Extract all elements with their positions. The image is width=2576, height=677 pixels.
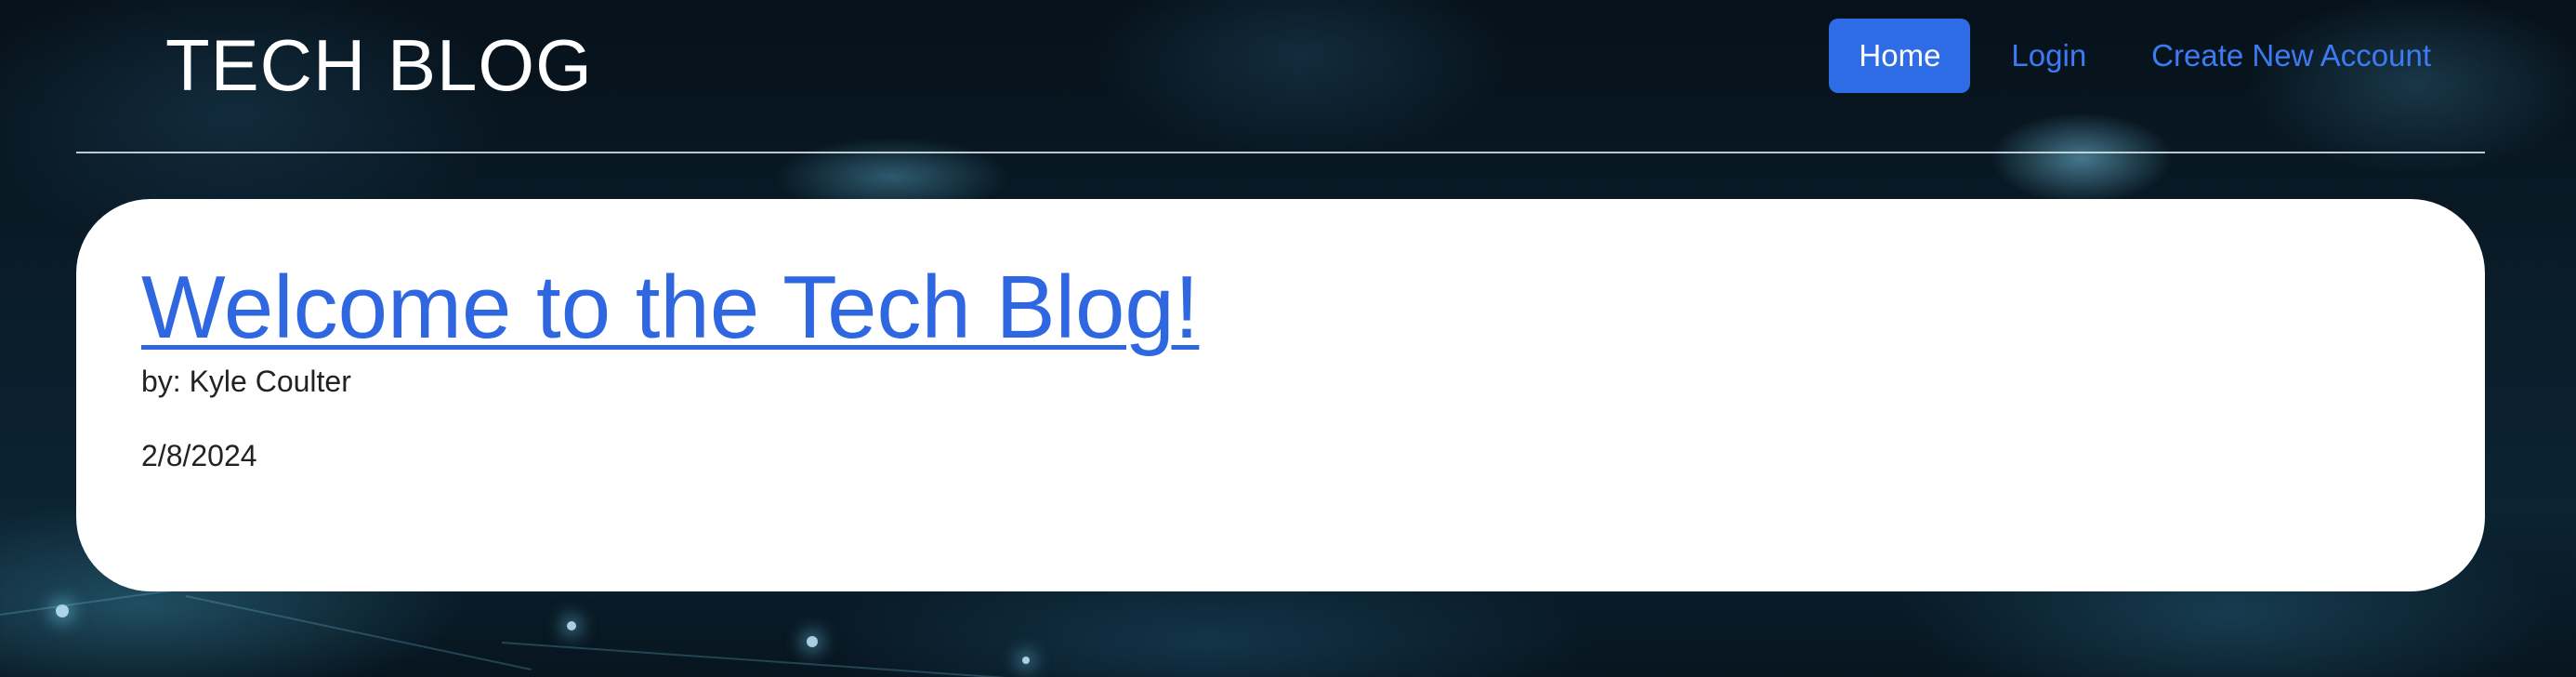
background-light — [807, 636, 818, 647]
nav-create-account-link[interactable]: Create New Account — [2127, 19, 2455, 93]
site-header: TECH BLOG Home Login Create New Account — [0, 0, 2576, 153]
post-author: by: Kyle Coulter — [141, 365, 351, 398]
background-line — [185, 595, 532, 670]
background-light — [567, 621, 576, 631]
background-light — [1022, 657, 1030, 664]
post-card: Welcome to the Tech Blog! by: Kyle Coult… — [76, 199, 2485, 591]
main-nav: Home Login Create New Account — [1829, 19, 2455, 93]
site-brand: TECH BLOG — [165, 24, 593, 106]
header-divider — [76, 152, 2485, 153]
nav-home-button[interactable]: Home — [1829, 19, 1971, 93]
nav-login-link[interactable]: Login — [1987, 19, 2110, 93]
post-title-link[interactable]: Welcome to the Tech Blog! — [141, 257, 1199, 359]
post-date: 2/8/2024 — [141, 439, 257, 472]
background-line — [501, 642, 1058, 677]
